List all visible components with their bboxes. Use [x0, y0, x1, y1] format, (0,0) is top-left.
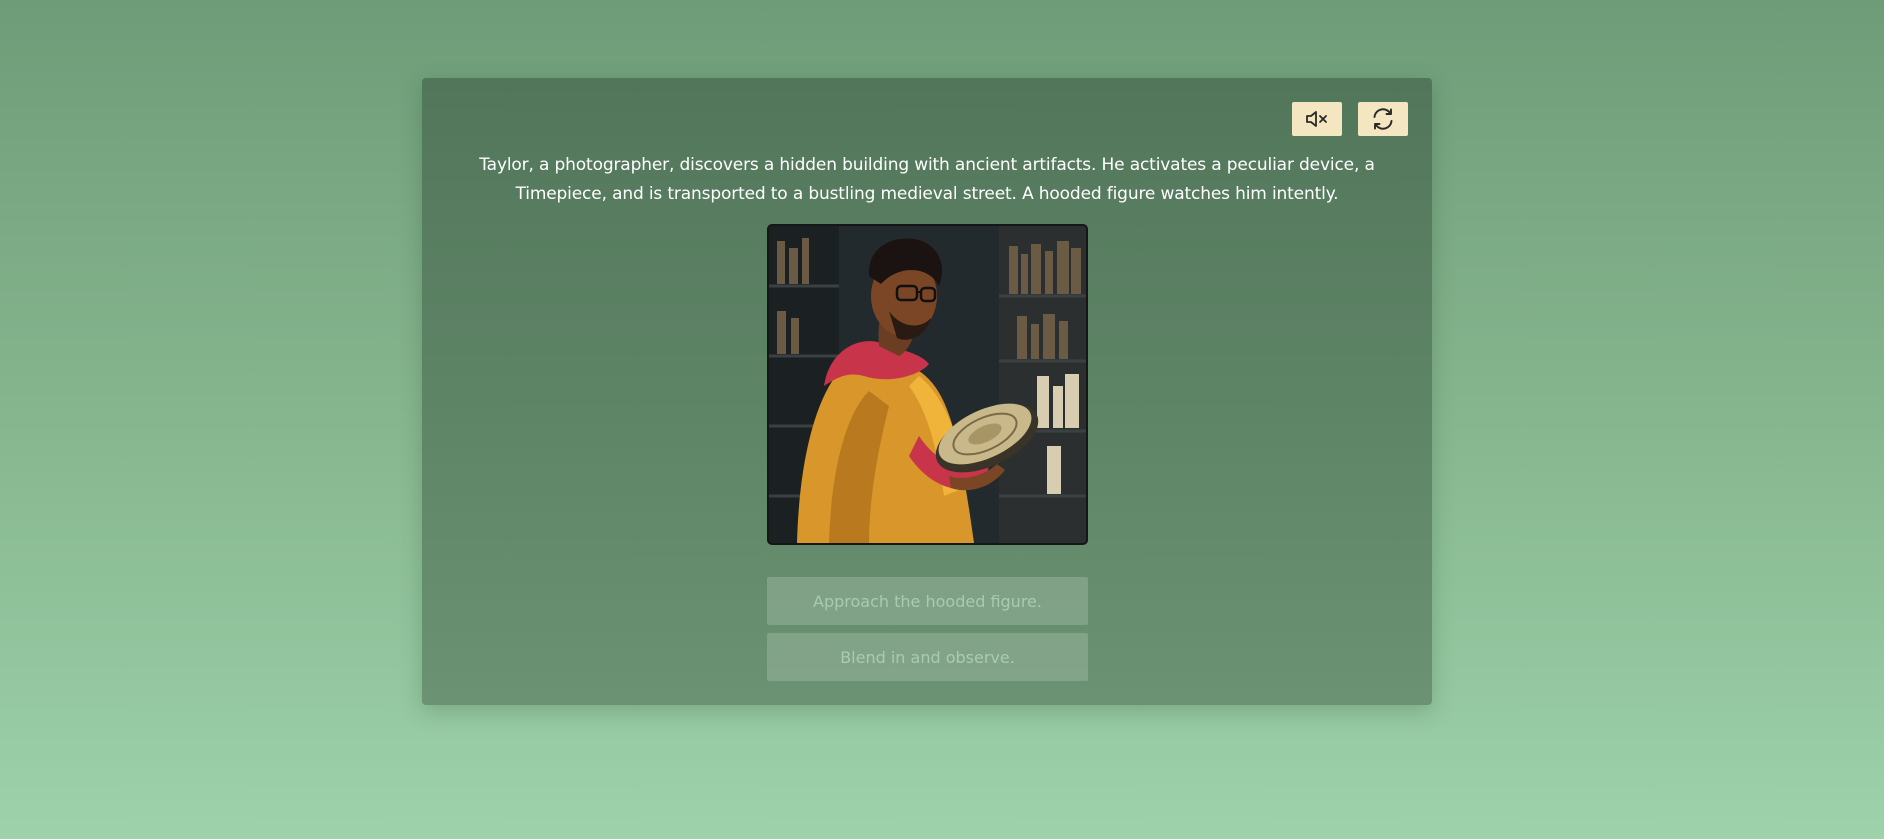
choice-button-blend-in[interactable]: Blend in and observe. — [767, 633, 1088, 681]
choice-button-approach[interactable]: Approach the hooded figure. — [767, 577, 1088, 625]
scene-image — [767, 224, 1088, 545]
speaker-muted-icon — [1304, 109, 1330, 129]
story-panel: Taylor, a photographer, discovers a hidd… — [422, 78, 1432, 705]
restart-button[interactable] — [1358, 102, 1408, 136]
story-text: Taylor, a photographer, discovers a hidd… — [479, 155, 1375, 204]
mute-button[interactable] — [1292, 102, 1342, 136]
refresh-icon — [1370, 106, 1396, 132]
